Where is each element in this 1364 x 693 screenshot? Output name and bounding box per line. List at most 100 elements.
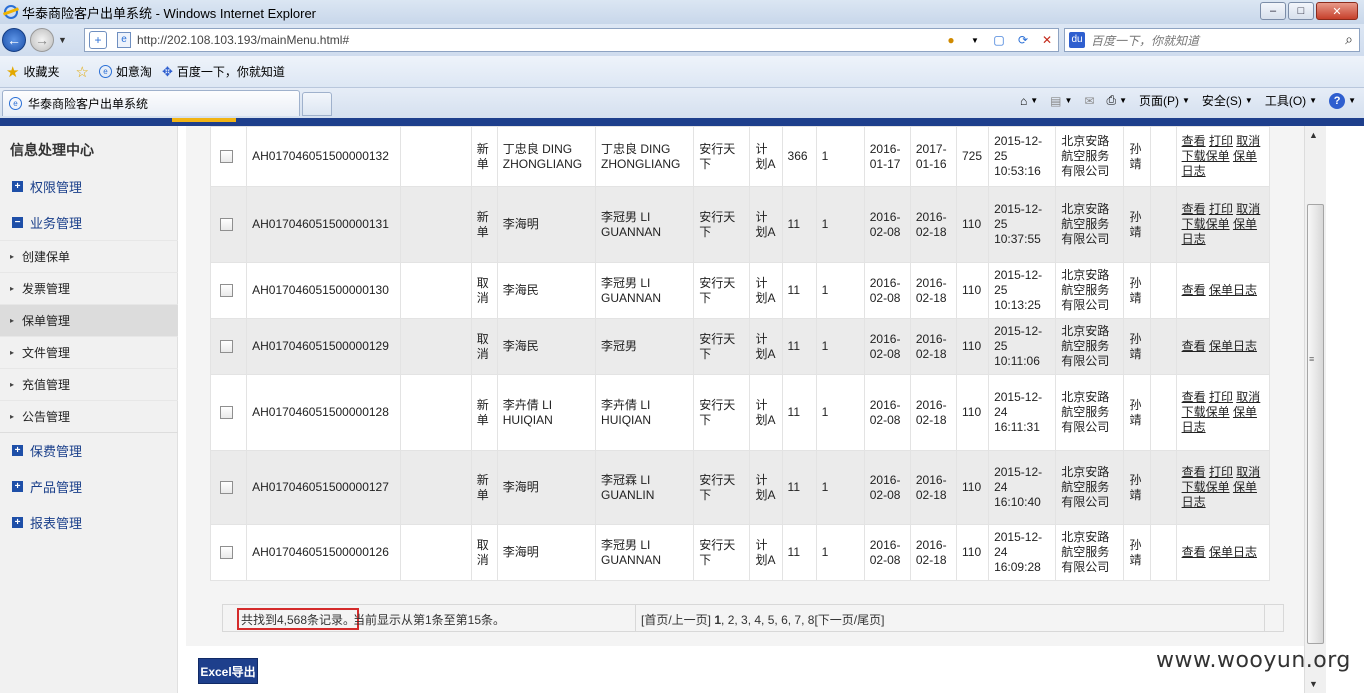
row-checkbox[interactable] — [220, 150, 233, 163]
chevron-down-icon: ▼ — [1309, 96, 1318, 105]
row-action-link[interactable]: 保单日志 — [1209, 339, 1257, 353]
sidebar-item-create-policy[interactable]: ▸ 创建保单 — [0, 240, 178, 272]
end-date-cell: 2016-02-18 — [909, 318, 958, 375]
row-action-link[interactable]: 打印 — [1209, 390, 1233, 404]
page-menu[interactable]: 页面(P) ▼ — [1139, 92, 1190, 109]
help-icon: ? — [1329, 92, 1346, 109]
row-checkbox[interactable] — [220, 546, 233, 559]
sidebar-item-invoice[interactable]: ▸ 发票管理 — [0, 272, 178, 304]
excel-export-button[interactable]: Excel导出 — [198, 658, 258, 684]
row-actions-cell: 查看 打印 取消 下载保单 保单日志 — [1175, 374, 1271, 451]
favorite-link-baidu[interactable]: ✥ 百度一下，你就知道 — [162, 63, 285, 80]
help-menu[interactable]: ? ▼ — [1329, 92, 1356, 109]
start-date-cell: 2016-02-08 — [863, 318, 911, 375]
row-action-link[interactable]: 查看 — [1182, 545, 1206, 559]
row-action-link[interactable]: 打印 — [1209, 202, 1233, 216]
mail-button[interactable]: ✉ — [1084, 94, 1094, 108]
row-action-link[interactable]: 查看 — [1182, 465, 1206, 479]
row-checkbox[interactable] — [220, 481, 233, 494]
next-last-links[interactable]: [下一页/尾页] — [814, 613, 884, 627]
sidebar-item-policy-management[interactable]: ▸ 保单管理 — [0, 304, 178, 336]
compat-icon[interactable]: ● — [942, 31, 960, 49]
row-action-link[interactable]: 取消 — [1236, 134, 1260, 148]
back-button[interactable]: ← — [2, 28, 26, 52]
row-action-link[interactable]: 保单日志 — [1209, 545, 1257, 559]
row-select-cell — [209, 262, 248, 319]
first-prev-links[interactable]: [首页/上一页] — [641, 613, 714, 627]
minimize-button[interactable]: – — [1260, 2, 1286, 20]
tools-menu[interactable]: 工具(O) ▼ — [1265, 92, 1317, 109]
row-action-link[interactable]: 取消 — [1236, 202, 1260, 216]
add-favorite-icon[interactable]: ☆ — [75, 63, 88, 81]
vertical-scrollbar[interactable]: ▲ ≡ ▼ — [1304, 126, 1326, 693]
row-checkbox[interactable] — [220, 406, 233, 419]
search-placeholder[interactable]: 百度一下，你就知道 — [1091, 32, 1199, 49]
safety-menu[interactable]: 安全(S) ▼ — [1202, 92, 1253, 109]
days-cell: 11 — [781, 318, 817, 375]
chevron-down-icon: ▼ — [1244, 96, 1253, 105]
sidebar-group-reports[interactable]: + 报表管理 — [0, 506, 178, 538]
forward-button[interactable]: → — [30, 28, 54, 52]
shield-icon[interactable]: + — [89, 31, 107, 49]
sidebar-group-permissions[interactable]: + 权限管理 — [0, 170, 178, 202]
history-dropdown-icon[interactable]: ▼ — [58, 35, 67, 45]
row-action-link[interactable]: 保单日志 — [1209, 283, 1257, 297]
row-checkbox[interactable] — [220, 284, 233, 297]
row-action-link[interactable]: 下载保单 — [1182, 149, 1230, 163]
compatibility-view-icon[interactable]: ▢ — [990, 31, 1008, 49]
sidebar-item-recharge[interactable]: ▸ 充值管理 — [0, 368, 178, 400]
favorite-link-ruyitao[interactable]: e 如意淘 — [98, 63, 152, 80]
search-icon[interactable]: ⌕ — [1345, 31, 1353, 48]
empty-cell — [1149, 374, 1177, 451]
home-button[interactable]: ⌂ ▼ — [1020, 94, 1038, 108]
row-action-link[interactable]: 取消 — [1236, 390, 1260, 404]
scroll-thumb[interactable] — [1307, 204, 1324, 644]
row-checkbox[interactable] — [220, 218, 233, 231]
row-action-link[interactable]: 下载保单 — [1182, 405, 1230, 419]
bullet-arrow-icon: ▸ — [10, 348, 15, 357]
row-action-link[interactable]: 下载保单 — [1182, 217, 1230, 231]
new-tab-button[interactable] — [302, 92, 332, 116]
scroll-up-icon[interactable]: ▲ — [1309, 130, 1318, 140]
row-action-link[interactable]: 查看 — [1182, 390, 1206, 404]
favorites-button[interactable]: ★ 收藏夹 — [6, 63, 59, 81]
search-box[interactable]: du 百度一下，你就知道 ⌕ — [1064, 28, 1360, 52]
sidebar-group-business[interactable]: − 业务管理 — [0, 206, 178, 238]
row-action-link[interactable]: 下载保单 — [1182, 480, 1230, 494]
feeds-button[interactable]: ▤ ▼ — [1050, 94, 1072, 108]
row-action-link[interactable]: 查看 — [1182, 339, 1206, 353]
refresh-icon[interactable]: ⟳ — [1014, 31, 1032, 49]
sidebar-group-products[interactable]: + 产品管理 — [0, 470, 178, 502]
insured-name-cell: 丁忠良 DING ZHONGLIANG — [496, 126, 597, 187]
sidebar-group-label: 业务管理 — [30, 215, 83, 231]
row-action-link[interactable]: 打印 — [1209, 134, 1233, 148]
address-url[interactable]: http://202.108.103.193/mainMenu.html# — [137, 33, 349, 47]
scroll-down-icon[interactable]: ▼ — [1309, 679, 1318, 689]
row-action-link[interactable]: 打印 — [1209, 465, 1233, 479]
maximize-button[interactable]: □ — [1288, 2, 1314, 20]
row-action-link[interactable]: 查看 — [1182, 202, 1206, 216]
close-window-button[interactable]: ✕ — [1316, 2, 1358, 20]
count-cell: 1 — [815, 374, 865, 451]
address-bar[interactable]: + e http://202.108.103.193/mainMenu.html… — [84, 28, 1059, 52]
sidebar-item-files[interactable]: ▸ 文件管理 — [0, 336, 178, 368]
command-bar: ⌂ ▼ ▤ ▼ ✉ ⎙ ▼ 页面(P) ▼ 安全(S) ▼ 工具(O) ▼ ? ▼ — [1020, 92, 1356, 109]
bullet-arrow-icon: ▸ — [10, 412, 15, 421]
row-action-link[interactable]: 查看 — [1182, 283, 1206, 297]
tab-active[interactable]: e 华泰商险客户出单系统 — [2, 90, 300, 116]
address-dropdown-icon[interactable]: ▼ — [966, 31, 984, 49]
print-button[interactable]: ⎙ ▼ — [1106, 93, 1127, 108]
start-date-cell: 2016-02-08 — [863, 374, 911, 451]
stop-icon[interactable]: ✕ — [1038, 31, 1056, 49]
empty-cell — [399, 318, 472, 375]
holder-name-cell: 丁忠良 DING ZHONGLIANG — [595, 126, 695, 187]
insured-name-cell: 李海明 — [496, 524, 597, 581]
sidebar-item-announcements[interactable]: ▸ 公告管理 — [0, 400, 178, 432]
policy-type-cell: 新单 — [470, 374, 498, 451]
sidebar-group-premium[interactable]: + 保费管理 — [0, 434, 178, 466]
row-action-link[interactable]: 取消 — [1236, 465, 1260, 479]
page-number-links[interactable]: , 2, 3, 4, 5, 6, 7, 8 — [721, 613, 814, 627]
row-checkbox[interactable] — [220, 340, 233, 353]
bullet-arrow-icon: ▸ — [10, 284, 15, 293]
row-action-link[interactable]: 查看 — [1182, 134, 1206, 148]
